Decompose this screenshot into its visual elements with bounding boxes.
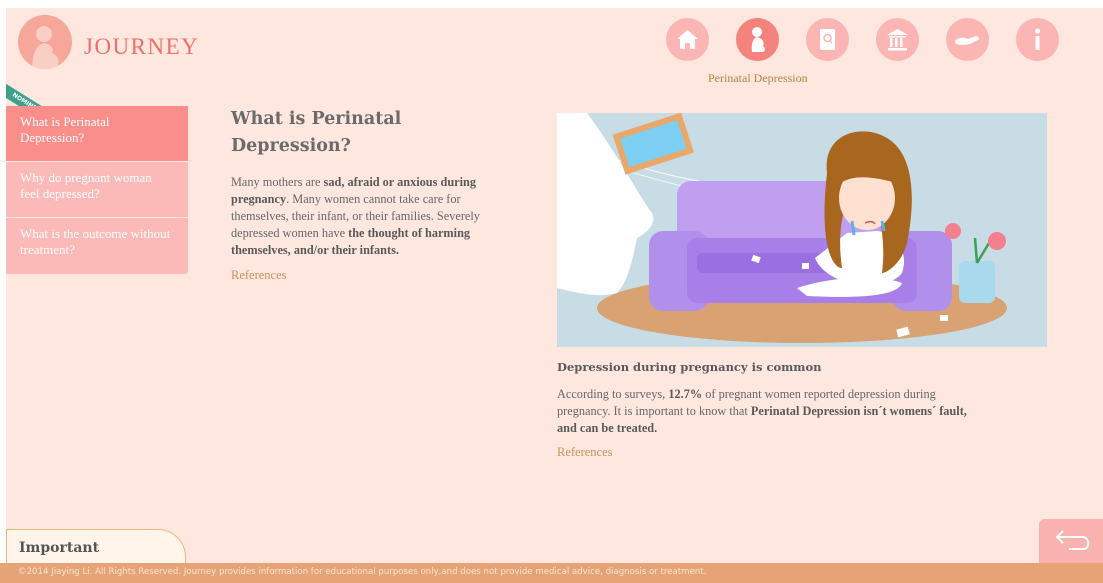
hero-illustration — [557, 113, 1047, 347]
brand-name[interactable]: JOURNEY — [84, 34, 199, 60]
intro-paragraph: Many mothers are sad, afraid or anxious … — [231, 174, 516, 284]
info-icon[interactable] — [1016, 18, 1059, 61]
app-window: JOURNEY NOMINEE What is Perinatal Depres… — [0, 0, 1103, 583]
copyright-text: ©2014 Jiaying Li. All Rights Reserved. J… — [18, 567, 707, 577]
sidebar-item-why-depressed[interactable]: Why do pregnant woman feel depressed? — [6, 162, 188, 218]
institution-icon[interactable] — [876, 18, 919, 61]
sidebar-item-what-is[interactable]: What is Perinatal Depression? — [6, 106, 188, 162]
stats-paragraph: According to surveys, 12.7% of pregnant … — [557, 386, 967, 461]
caption-title: Depression during pregnancy is common — [557, 360, 822, 374]
back-arrow-icon — [1055, 530, 1090, 550]
helping-hand-icon[interactable] — [946, 18, 989, 61]
main-panel: JOURNEY NOMINEE What is Perinatal Depres… — [6, 8, 1103, 563]
references-link-right[interactable]: References — [557, 445, 613, 459]
text-run: According to surveys, — [557, 387, 669, 401]
references-link-left[interactable]: References — [231, 268, 287, 282]
important-label: Important — [19, 540, 100, 556]
back-button[interactable] — [1039, 519, 1103, 563]
sidebar-item-label: What is Perinatal Depression? — [20, 114, 110, 145]
page-title: What is Perinatal Depression? — [231, 109, 402, 156]
sidebar-item-outcome[interactable]: What is the outcome without treatment? — [6, 218, 188, 274]
pregnant-woman-icon[interactable] — [736, 18, 779, 61]
text-run: Many mothers are — [231, 175, 324, 189]
sidebar-item-label: What is the outcome without treatment? — [20, 226, 171, 257]
important-tab[interactable]: Important — [6, 529, 186, 563]
emphasis-run: 12.7% — [668, 387, 703, 401]
logo-icon[interactable] — [18, 15, 72, 69]
sidebar-nav: What is Perinatal Depression? Why do pre… — [6, 106, 188, 274]
footer-bar: ©2014 Jiaying Li. All Rights Reserved. J… — [0, 563, 1103, 583]
active-section-label: Perinatal Depression — [708, 71, 808, 85]
search-book-icon[interactable] — [806, 18, 849, 61]
sidebar-item-label: Why do pregnant woman feel depressed? — [20, 170, 152, 201]
home-icon[interactable] — [666, 18, 709, 61]
